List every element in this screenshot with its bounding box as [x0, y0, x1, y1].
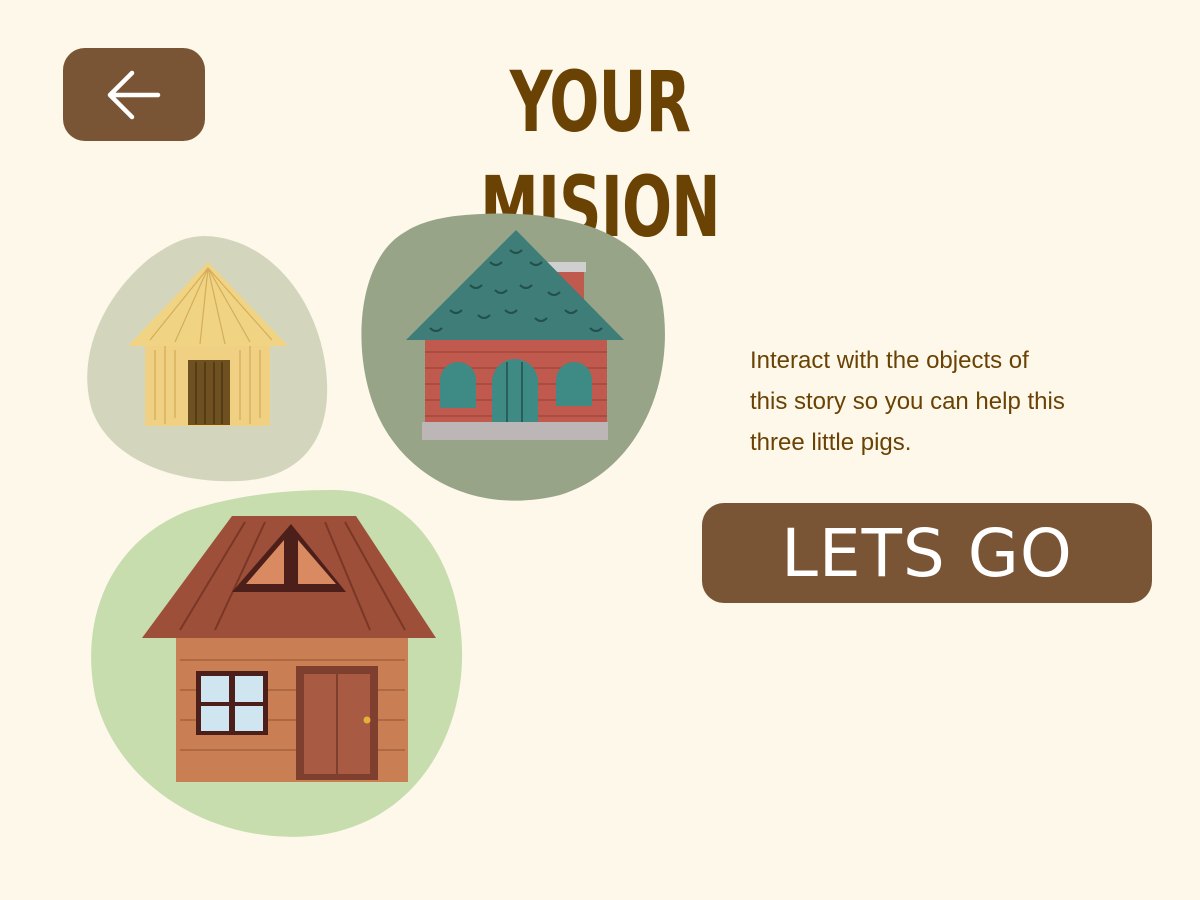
- lets-go-button[interactable]: LETS GO: [702, 503, 1152, 603]
- mission-description: Interact with the objects of this story …: [750, 347, 1065, 456]
- houses-illustration: [87, 213, 665, 837]
